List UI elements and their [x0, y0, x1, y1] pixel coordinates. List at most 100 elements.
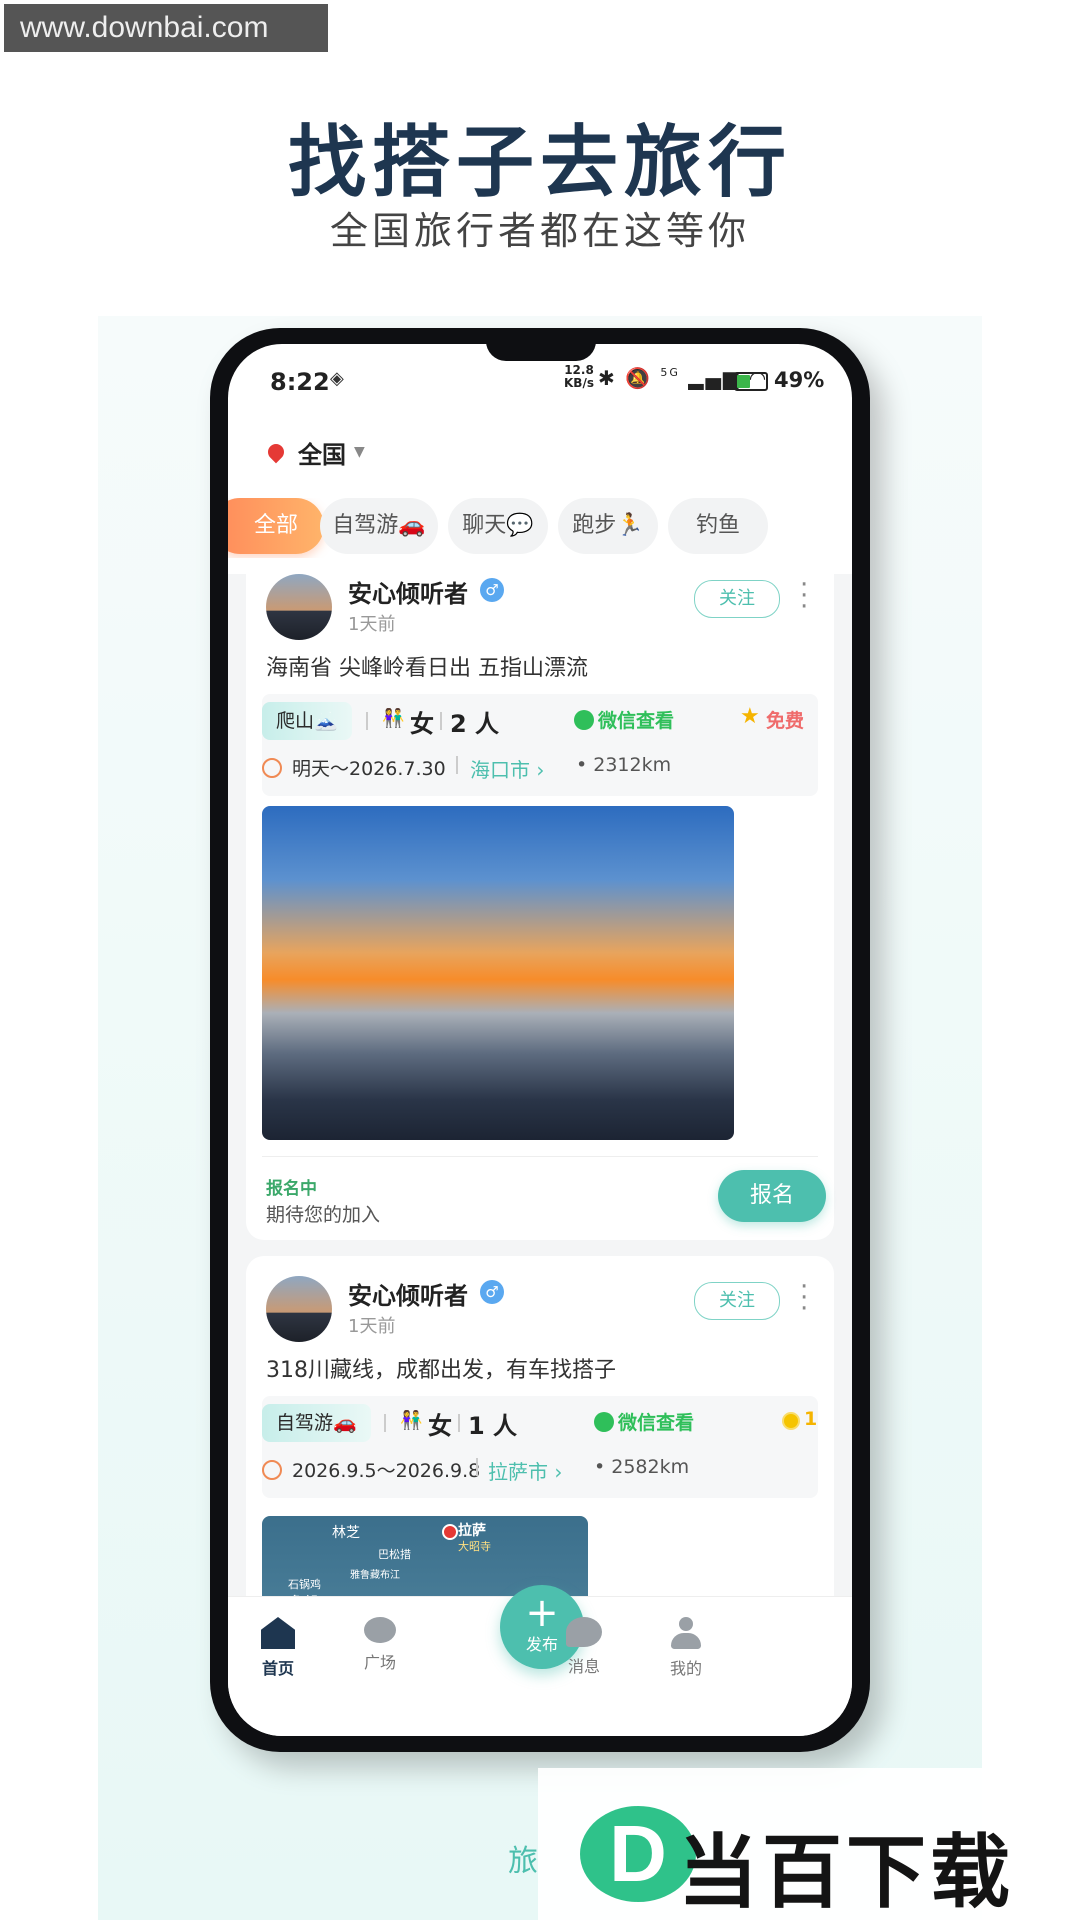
- status-time: 8:22: [270, 368, 330, 396]
- post-card[interactable]: 安心倾听者 ♂ 1天前 关注 · · · 海南省 尖峰岭看日出 五指山漂流 爬山🗻 …: [246, 574, 834, 1240]
- post-feed: 安心倾听者 ♂ 1天前 关注 · · · 海南省 尖峰岭看日出 五指山漂流 爬山🗻 …: [228, 574, 852, 1596]
- location-label: 全国: [298, 440, 346, 469]
- distance-value: 2582km: [611, 1456, 690, 1478]
- partner-count: 1 人: [468, 1412, 518, 1440]
- chat-bubble-icon: [566, 1617, 602, 1647]
- divider: [476, 1458, 478, 1476]
- city-link[interactable]: 海口市 ›: [470, 754, 544, 783]
- divider: [366, 712, 368, 730]
- map-label: 巴松措: [378, 1548, 411, 1561]
- hero-subtitle: 全国旅行者都在这等你: [329, 209, 750, 253]
- post-time: 1天前: [348, 1316, 396, 1337]
- star-icon: ★: [740, 704, 760, 729]
- network-type: 5G: [660, 366, 680, 379]
- wechat-icon: [594, 1412, 614, 1432]
- category-tab-fishing[interactable]: 钓鱼: [668, 498, 768, 554]
- avatar[interactable]: [266, 1276, 332, 1342]
- network-speed-unit: KB/s: [564, 376, 594, 390]
- city-link[interactable]: 拉萨市 ›: [488, 1456, 562, 1485]
- partner-count: 2 人: [450, 710, 500, 738]
- category-tab-chat[interactable]: 聊天💬: [448, 498, 548, 554]
- bottom-slogan: 旅: [508, 1844, 538, 1879]
- tab-messages-label: 消息: [567, 1657, 600, 1676]
- activity-tag: 爬山🗻: [262, 702, 352, 740]
- follow-button[interactable]: 关注: [694, 580, 780, 618]
- male-icon: ♂: [480, 1280, 504, 1304]
- post-text: 318川藏线，成都出发，有车找搭子: [266, 1358, 616, 1383]
- category-tabs: 全部 自驾游🚗 聊天💬 跑步🏃 钓鱼: [228, 498, 852, 558]
- category-tab-roadtrip[interactable]: 自驾游🚗: [320, 498, 438, 554]
- divider: [262, 1156, 818, 1157]
- clock-icon: [262, 1460, 282, 1480]
- trip-info: 自驾游🚗 👫 女 1 人 微信查看 1 2026.9.5～2026.9.8 拉萨…: [262, 1396, 818, 1498]
- map-label: 石锅鸡: [288, 1578, 321, 1591]
- people-icon: 👫: [400, 1410, 423, 1431]
- clock-icon: [262, 758, 282, 778]
- phone-screen: 8:22 ◈ 12.8 KB/s ✱ 🔕 5G ▂▄▆ ◠ 49% 全国 ▼ 全…: [228, 344, 852, 1736]
- map-label: 大昭寺: [458, 1540, 491, 1553]
- distance: • 2312km: [576, 754, 672, 776]
- date-range: 2026.9.5～2026.9.8: [292, 1460, 481, 1482]
- network-speed: 12.8 KB/s: [564, 364, 594, 390]
- fee-label: 免费: [766, 710, 805, 732]
- signal-icon: ▂▄▆: [688, 366, 741, 390]
- activity-tag: 自驾游🚗: [262, 1404, 371, 1442]
- tab-home-label: 首页: [261, 1659, 294, 1678]
- user-icon: [669, 1617, 703, 1649]
- tab-messages[interactable]: 消息: [544, 1617, 624, 1677]
- avatar[interactable]: [266, 574, 332, 640]
- tab-mine[interactable]: 我的: [646, 1617, 726, 1679]
- map-label: 雅鲁藏布江: [350, 1570, 400, 1581]
- wechat-icon: [574, 710, 594, 730]
- signup-status: 报名中: [266, 1179, 317, 1199]
- city-name: 拉萨市: [488, 1460, 548, 1484]
- category-tab-all[interactable]: 全部: [228, 498, 324, 554]
- location-pin-icon: [264, 440, 288, 464]
- signup-status-desc: 期待您的加入: [266, 1204, 381, 1226]
- tab-home[interactable]: 首页: [238, 1617, 318, 1679]
- more-options-icon[interactable]: · · ·: [800, 574, 808, 620]
- bluetooth-icon: ✱: [598, 366, 617, 390]
- coin-icon: [782, 1412, 800, 1430]
- category-tab-running[interactable]: 跑步🏃: [558, 498, 658, 554]
- male-icon: ♂: [480, 578, 504, 602]
- phone-notch: [486, 335, 596, 361]
- site-watermark: www.downbai.com: [4, 4, 328, 52]
- post-photo[interactable]: [262, 806, 734, 1140]
- download-site-watermark: D 当百下载: [538, 1768, 1080, 1920]
- post-card[interactable]: 安心倾听者 ♂ 1天前 关注 · · · 318川藏线，成都出发，有车找搭子 自驾游…: [246, 1256, 834, 1596]
- battery-percent: 49%: [774, 368, 825, 392]
- tab-plaza-label: 广场: [363, 1653, 396, 1672]
- sync-icon: ◈: [330, 368, 344, 389]
- wechat-view-link[interactable]: 微信查看: [598, 706, 674, 733]
- map-label: 拉萨: [458, 1523, 486, 1539]
- battery-fill: [737, 375, 750, 388]
- post-time: 1天前: [348, 614, 396, 635]
- post-text: 海南省 尖峰岭看日出 五指山漂流: [266, 656, 588, 681]
- username[interactable]: 安心倾听者: [348, 1276, 468, 1311]
- divider: [458, 1414, 460, 1432]
- partner-gender: 女: [428, 1412, 452, 1440]
- username[interactable]: 安心倾听者: [348, 574, 468, 609]
- bottom-tab-bar: 首页 广场 + 发布 消息 我的: [228, 1585, 852, 1736]
- divider: [456, 756, 458, 774]
- location-selector[interactable]: 全国 ▼: [264, 432, 365, 472]
- tab-mine-label: 我的: [669, 1659, 702, 1678]
- tab-plaza[interactable]: 广场: [340, 1617, 420, 1673]
- more-options-icon[interactable]: · · ·: [800, 1274, 808, 1322]
- planet-icon: [364, 1617, 396, 1643]
- hero-title: 找搭子去旅行: [287, 118, 792, 208]
- caret-down-icon: ▼: [354, 444, 365, 460]
- wechat-view-link[interactable]: 微信查看: [618, 1408, 694, 1435]
- signup-button[interactable]: 报名: [718, 1170, 826, 1222]
- city-name: 海口市: [470, 758, 530, 782]
- watermark-text: 当百下载: [678, 1826, 1014, 1919]
- date-range: 明天～2026.7.30: [292, 758, 446, 780]
- people-icon: 👫: [382, 708, 405, 729]
- follow-button[interactable]: 关注: [694, 1282, 780, 1320]
- distance-value: 2312km: [593, 754, 672, 776]
- partner-gender: 女: [410, 710, 434, 738]
- trip-info: 爬山🗻 👫 女 2 人 微信查看 ★ 免费 明天～2026.7.30 海口市 ›…: [262, 694, 818, 796]
- route-map-photo[interactable]: 拉萨 大昭寺 林芝 巴松措 雅鲁藏布江 石锅鸡 鲁朗: [262, 1516, 588, 1596]
- battery-icon: [734, 372, 768, 391]
